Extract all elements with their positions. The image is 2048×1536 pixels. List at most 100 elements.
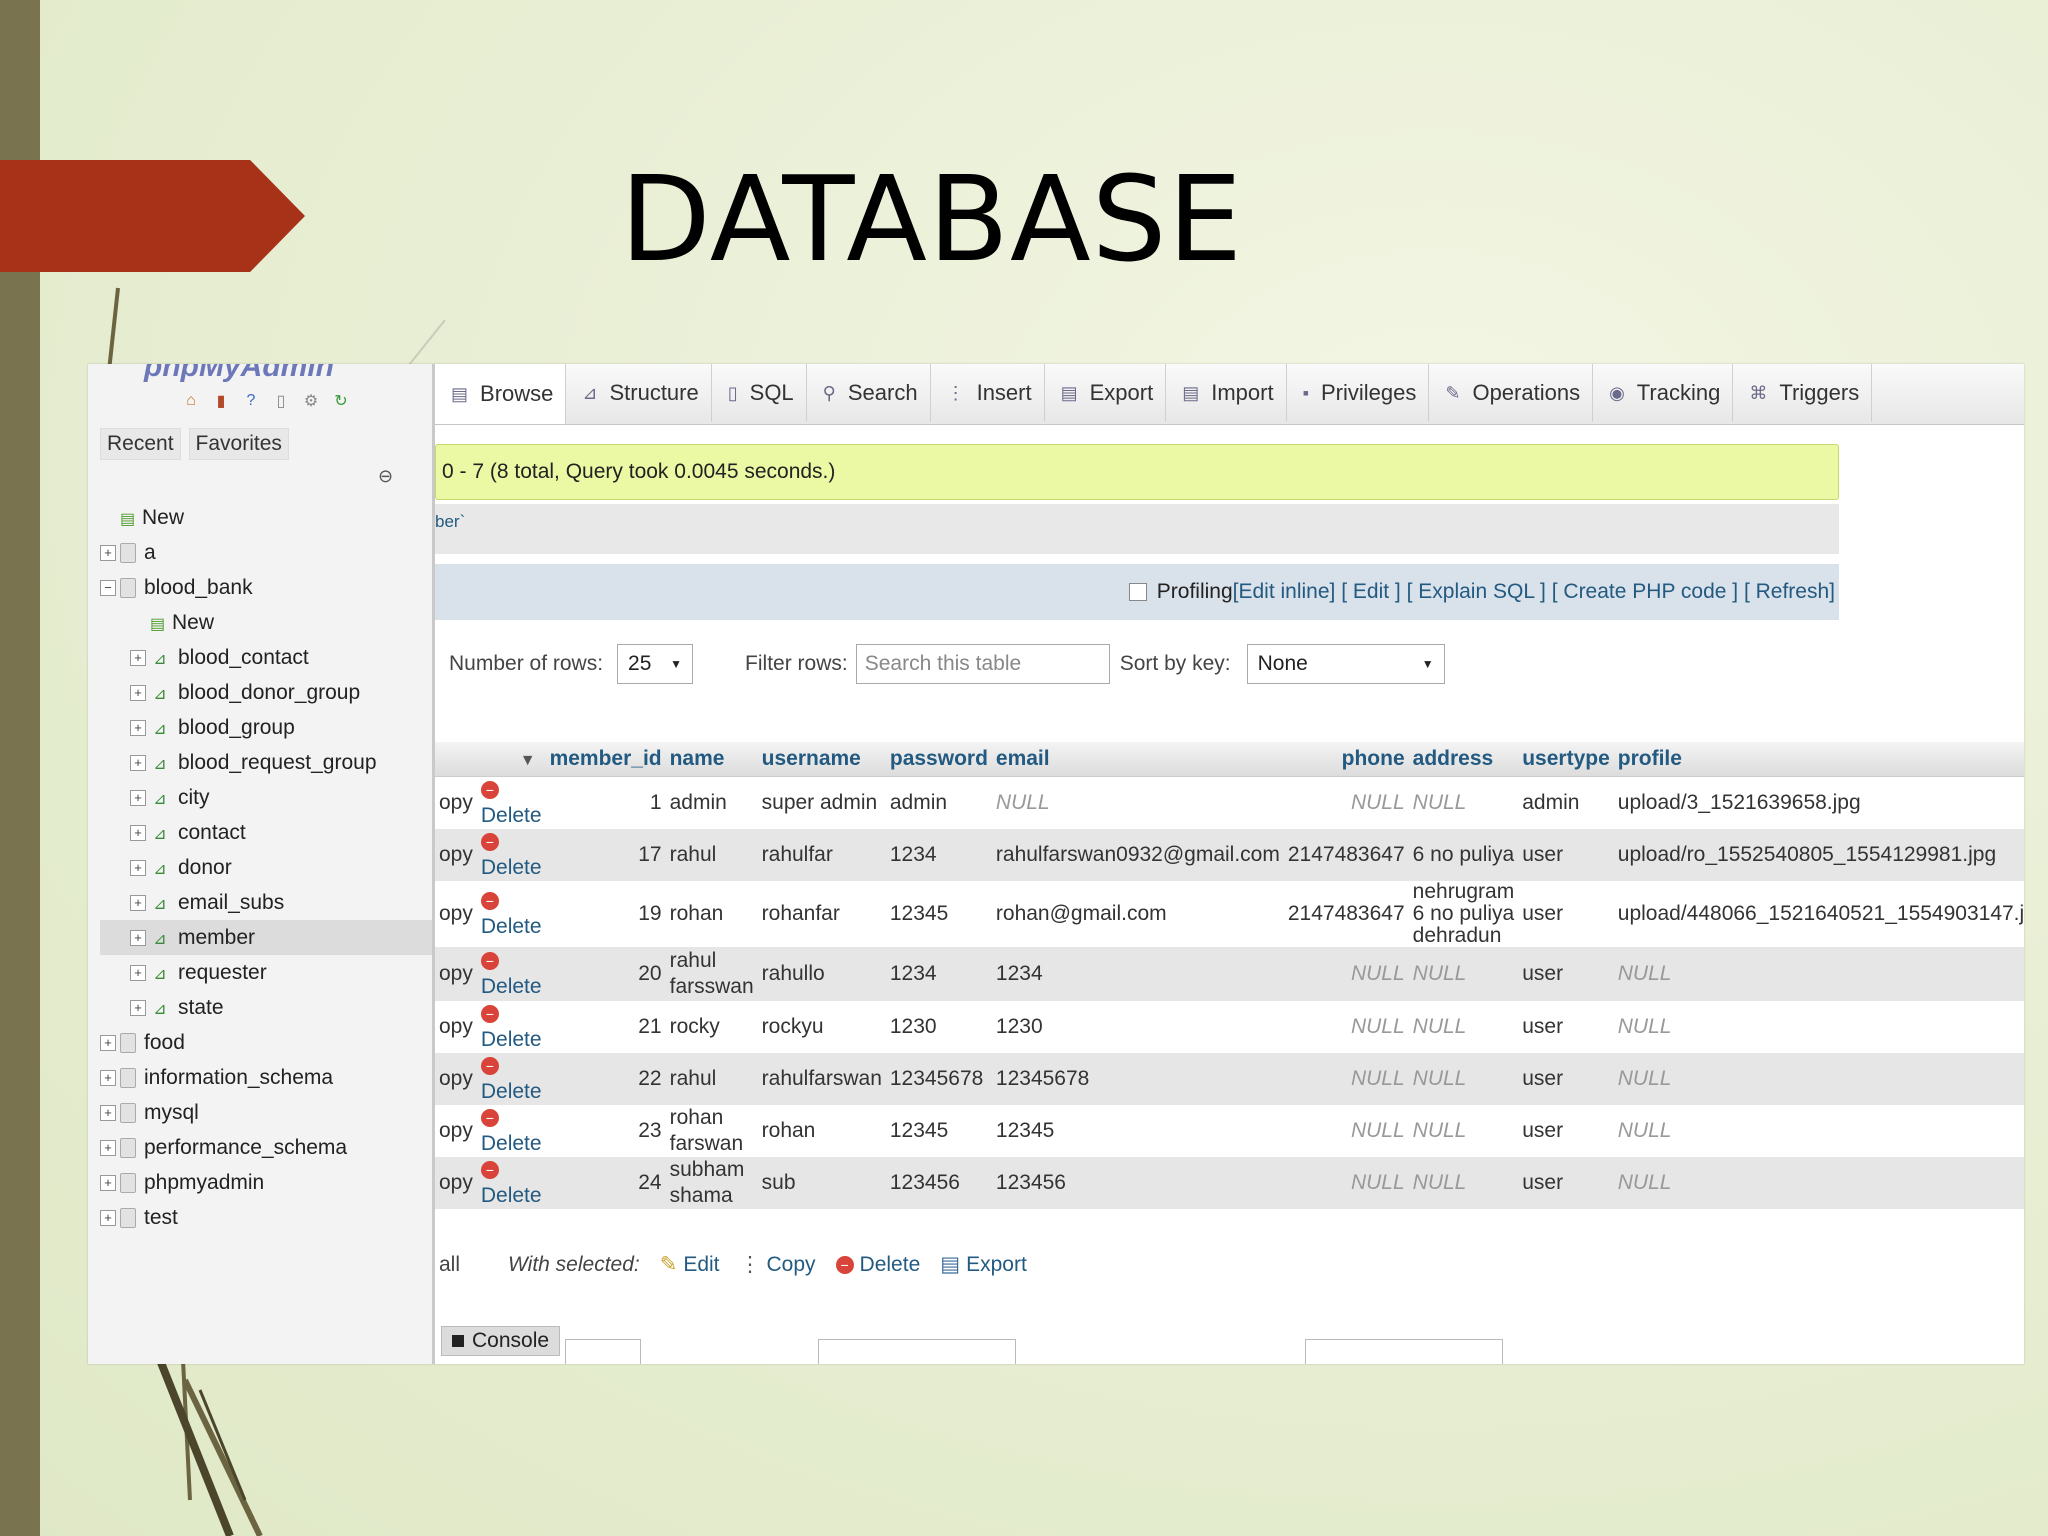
tab-tracking[interactable]: ◉ Tracking	[1593, 364, 1734, 422]
expand-icon[interactable]: +	[100, 1069, 116, 1086]
delete-row-button[interactable]: − Delete	[476, 947, 546, 1001]
expand-icon[interactable]: +	[100, 1209, 116, 1226]
tab-privileges[interactable]: ▪ Privileges	[1287, 364, 1430, 422]
copy-row-link[interactable]: opy	[435, 776, 477, 829]
tab-search[interactable]: ⚲ Search	[807, 364, 931, 422]
filter-input[interactable]: Search this table	[855, 644, 1110, 684]
sort-select-bottom[interactable]	[1305, 1339, 1503, 1364]
expand-icon[interactable]: +	[130, 824, 146, 841]
logout-icon[interactable]: ▮	[210, 390, 232, 412]
tab-structure[interactable]: ⊿ Structure	[566, 364, 712, 422]
tree-item[interactable]: + ⊿ requester	[100, 955, 432, 990]
expand-icon[interactable]: +	[130, 859, 146, 876]
tree-item[interactable]: + ⊿ donor	[100, 850, 432, 885]
delete-row-button[interactable]: − Delete	[476, 1105, 546, 1157]
tree-item[interactable]: ▤ New	[100, 605, 432, 640]
delete-row-button[interactable]: − Delete	[476, 776, 546, 829]
tree-item[interactable]: + ⊿ state	[100, 990, 432, 1025]
col-profile[interactable]: profile	[1613, 742, 2024, 777]
collapse-icon[interactable]: −	[100, 579, 116, 596]
sort-select[interactable]: None ▼	[1246, 644, 1445, 684]
console-toggle[interactable]: Console	[441, 1326, 561, 1356]
edit-link[interactable]: [ Edit ]	[1341, 580, 1401, 604]
link-toggle-icon[interactable]: ⊖	[378, 466, 393, 487]
rows-select[interactable]: 25 ▼	[617, 644, 694, 684]
rows-select-bottom[interactable]	[565, 1339, 641, 1364]
expand-icon[interactable]: +	[100, 1174, 116, 1191]
expand-icon[interactable]: +	[100, 1104, 116, 1121]
explain-sql-link[interactable]: [ Explain SQL ]	[1407, 580, 1546, 604]
copy-row-link[interactable]: opy	[435, 829, 477, 881]
tree-item[interactable]: + information_schema	[100, 1060, 432, 1095]
expand-icon[interactable]: +	[100, 544, 116, 561]
tab-export[interactable]: ▤ Export	[1045, 364, 1167, 422]
settings-icon[interactable]: ⚙	[300, 390, 322, 412]
bulk-edit-button[interactable]: ✎ Edit	[660, 1252, 720, 1277]
col-email[interactable]: email	[991, 742, 1284, 777]
recent-tab[interactable]: Recent	[100, 428, 181, 460]
col-password[interactable]: password	[885, 742, 992, 777]
tree-item[interactable]: + test	[100, 1200, 432, 1235]
edit-inline-link[interactable]: [Edit inline]	[1233, 580, 1336, 604]
tree-item[interactable]: ▤ New	[100, 500, 432, 535]
tree-item[interactable]: + a	[100, 535, 432, 570]
tree-item[interactable]: + ⊿ contact	[100, 815, 432, 850]
filter-input-bottom[interactable]	[818, 1339, 1016, 1364]
docs-icon[interactable]: ▯	[270, 390, 292, 412]
delete-row-button[interactable]: − Delete	[476, 1001, 546, 1053]
expand-icon[interactable]: +	[100, 1034, 116, 1051]
bulk-export-button[interactable]: ▤ Export	[940, 1252, 1027, 1277]
expand-icon[interactable]: +	[130, 649, 146, 666]
delete-row-button[interactable]: − Delete	[476, 1157, 546, 1209]
tab-triggers[interactable]: ⌘ Triggers	[1733, 364, 1873, 422]
check-all-fragment[interactable]: all	[439, 1253, 460, 1277]
refresh-link[interactable]: [ Refresh]	[1744, 580, 1835, 604]
reload-icon[interactable]: ↻	[330, 390, 352, 412]
tree-item[interactable]: + ⊿ blood_group	[100, 710, 432, 745]
tab-operations[interactable]: ✎ Operations	[1429, 364, 1594, 422]
bulk-delete-button[interactable]: − Delete	[835, 1253, 920, 1277]
col-name[interactable]: name	[665, 742, 758, 777]
tab-insert[interactable]: ⋮ Insert	[931, 364, 1045, 422]
tree-item[interactable]: + ⊿ email_subs	[100, 885, 432, 920]
bulk-copy-button[interactable]: ⋮ Copy	[740, 1252, 816, 1277]
col-usertype[interactable]: usertype	[1518, 742, 1614, 777]
tree-item[interactable]: + phpmyadmin	[100, 1165, 432, 1200]
col-phone[interactable]: phone	[1283, 742, 1409, 777]
help-icon[interactable]: ?	[240, 390, 262, 412]
favorites-tab[interactable]: Favorites	[188, 428, 289, 460]
expand-icon[interactable]: +	[130, 789, 146, 806]
expand-icon[interactable]: +	[130, 964, 146, 981]
copy-row-link[interactable]: opy	[435, 881, 477, 947]
tree-item[interactable]: + ⊿ city	[100, 780, 432, 815]
expand-icon[interactable]: +	[130, 754, 146, 771]
tab-browse[interactable]: ▤ Browse	[435, 364, 567, 424]
tree-item[interactable]: + ⊿ blood_contact	[100, 640, 432, 675]
expand-icon[interactable]: +	[130, 719, 146, 736]
create-php-code-link[interactable]: [ Create PHP code ]	[1552, 580, 1738, 604]
copy-row-link[interactable]: opy	[435, 1157, 477, 1209]
expand-icon[interactable]: +	[130, 894, 146, 911]
expand-icon[interactable]: +	[130, 929, 146, 946]
phpmyadmin-logo[interactable]: phpMyAdmin	[144, 364, 334, 384]
delete-row-button[interactable]: − Delete	[476, 1053, 546, 1105]
col-member-id[interactable]: member_id	[545, 742, 666, 777]
delete-row-button[interactable]: − Delete	[476, 881, 546, 947]
tree-item[interactable]: + ⊿ member	[100, 920, 432, 955]
tab-sql[interactable]: ▯ SQL	[712, 364, 807, 422]
tree-item[interactable]: + ⊿ blood_donor_group	[100, 675, 432, 710]
col-address[interactable]: address	[1408, 742, 1519, 777]
tree-item[interactable]: + food	[100, 1025, 432, 1060]
expand-icon[interactable]: +	[130, 999, 146, 1016]
tree-item[interactable]: + mysql	[100, 1095, 432, 1130]
profiling-checkbox[interactable]	[1128, 583, 1147, 601]
tree-item[interactable]: + ⊿ blood_request_group	[100, 745, 432, 780]
tree-item[interactable]: + performance_schema	[100, 1130, 432, 1165]
expand-icon[interactable]: +	[130, 684, 146, 701]
home-icon[interactable]: ⌂	[180, 390, 202, 412]
tab-import[interactable]: ▤ Import	[1166, 364, 1287, 422]
col-username[interactable]: username	[757, 742, 886, 777]
expand-icon[interactable]: +	[100, 1139, 116, 1156]
copy-row-link[interactable]: opy	[435, 947, 477, 1001]
copy-row-link[interactable]: opy	[435, 1001, 477, 1053]
